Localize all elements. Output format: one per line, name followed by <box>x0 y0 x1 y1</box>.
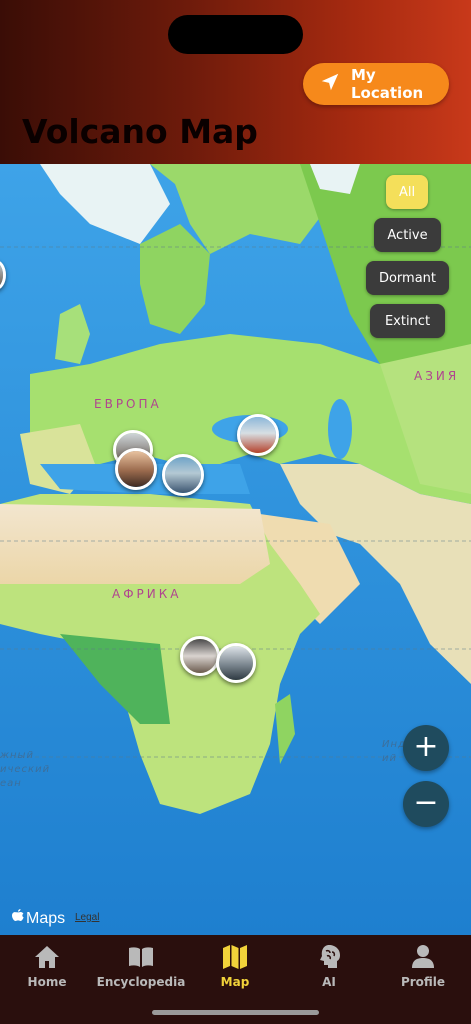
tab-ai[interactable]: AI <box>282 943 376 989</box>
my-location-button[interactable]: My Location <box>303 63 449 105</box>
tab-map[interactable]: Map <box>188 943 282 989</box>
ocean-label-atlantic: жный ический еан <box>0 750 51 789</box>
dynamic-island <box>168 15 303 54</box>
maps-attribution: Maps <box>12 909 65 928</box>
location-arrow-icon <box>319 71 341 97</box>
home-indicator <box>152 1010 319 1015</box>
volcano-pin[interactable] <box>237 414 279 456</box>
ocean-label-indian: Инд ий <box>382 739 406 764</box>
volcano-pin[interactable] <box>180 636 220 676</box>
house-icon <box>35 946 59 968</box>
filter-dormant-button[interactable]: Dormant <box>366 261 449 295</box>
tab-profile[interactable]: Profile <box>376 943 470 989</box>
zoom-in-button[interactable]: + <box>403 725 449 771</box>
filter-all-button[interactable]: All <box>386 175 428 209</box>
legal-link[interactable]: Legal <box>75 912 99 923</box>
volcano-pin[interactable] <box>162 454 204 496</box>
book-icon <box>129 947 153 967</box>
header: My Location Volcano Map <box>0 0 471 164</box>
apple-logo-icon <box>12 909 24 928</box>
person-icon <box>412 945 434 968</box>
tab-encyclopedia[interactable]: Encyclopedia <box>94 943 188 989</box>
volcano-pin[interactable] <box>216 643 256 683</box>
brain-icon <box>320 945 340 968</box>
region-label-asia: АЗИЯ <box>414 369 460 383</box>
my-location-label: My Location <box>351 66 424 102</box>
region-label-africa: АФРИКА <box>112 587 182 601</box>
region-label-europe: ЕВРОПА <box>94 397 162 411</box>
filter-active-button[interactable]: Active <box>374 218 441 252</box>
tab-home[interactable]: Home <box>0 943 94 989</box>
volcano-pin[interactable] <box>115 448 157 490</box>
map-view[interactable]: ЕВРОПА АЗИЯ АФРИКА жный ический еан Инд … <box>0 164 471 935</box>
filter-extinct-button[interactable]: Extinct <box>370 304 445 338</box>
page-title: Volcano Map <box>22 112 258 151</box>
zoom-out-button[interactable]: − <box>403 781 449 827</box>
map-icon <box>223 945 247 969</box>
